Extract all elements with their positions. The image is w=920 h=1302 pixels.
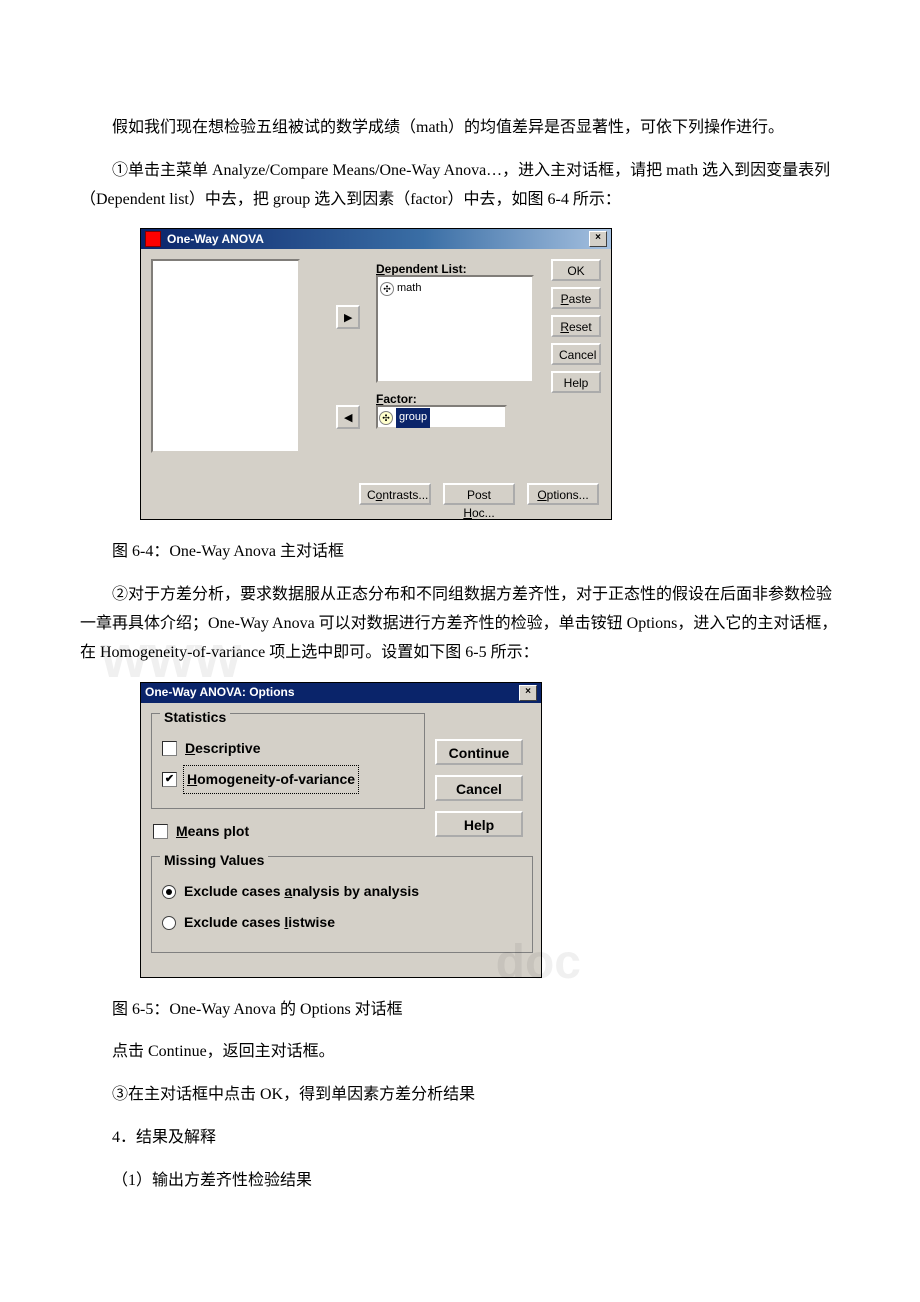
exclude-listwise-label: Exclude cases listwise <box>184 910 335 935</box>
figure-6-4-caption: 图 6-4：One-Way Anova 主对话框 <box>80 538 840 567</box>
source-variable-list[interactable] <box>151 259 300 453</box>
descriptive-checkbox-row[interactable]: Descriptive <box>162 736 414 761</box>
radio-icon <box>162 885 176 899</box>
factor-field[interactable]: ✣ group <box>376 405 507 429</box>
paragraph-3: ②对于方差分析，要求数据服从正态分布和不同组数据方差齐性，对于正态性的假设在后面… <box>80 581 840 667</box>
exclude-analysis-label: Exclude cases analysis by analysis <box>184 879 419 904</box>
dialog2-title: One-Way ANOVA: Options <box>145 682 519 704</box>
arrow-right-icon: ▶ <box>344 312 352 324</box>
cancel-button[interactable]: Cancel <box>551 343 601 365</box>
posthoc-button[interactable]: Post Hoc... <box>443 483 515 505</box>
radio-icon <box>162 916 176 930</box>
options-button[interactable]: Options... <box>527 483 599 505</box>
checkbox-icon: ✔ <box>162 772 177 787</box>
paragraph-6: 4．结果及解释 <box>80 1124 840 1153</box>
arrow-left-icon: ◀ <box>344 412 352 424</box>
help-button[interactable]: Help <box>551 371 601 393</box>
anova-options-dialog: One-Way ANOVA: Options × Continue Cancel… <box>140 682 542 978</box>
paragraph-7: （1）输出方差齐性检验结果 <box>80 1167 840 1196</box>
paragraph-2: ①单击主菜单 Analyze/Compare Means/One-Way Ano… <box>80 157 840 215</box>
paragraph-5: ③在主对话框中点击 OK，得到单因素方差分析结果 <box>80 1081 840 1110</box>
reset-button[interactable]: Reset <box>551 315 601 337</box>
exclude-listwise-radio-row[interactable]: Exclude cases listwise <box>162 910 522 935</box>
anova-dialog: One-Way ANOVA × Dependent List: ✣ math F… <box>140 228 612 520</box>
exclude-analysis-radio-row[interactable]: Exclude cases analysis by analysis <box>162 879 522 904</box>
factor-var-label: group <box>396 408 430 428</box>
checkbox-icon <box>162 741 177 756</box>
close-icon[interactable]: × <box>519 685 537 701</box>
means-plot-label: Means plot <box>176 819 249 844</box>
move-to-factor-button[interactable]: ◀ <box>336 405 360 429</box>
descriptive-label: Descriptive <box>185 736 261 761</box>
homogeneity-label: Homogeneity-of-variance <box>185 767 357 792</box>
paragraph-1: 假如我们现在想检验五组被试的数学成绩（math）的均值差异是否显著性，可依下列操… <box>80 114 840 143</box>
paste-button[interactable]: Paste <box>551 287 601 309</box>
scale-icon: ✣ <box>380 282 394 296</box>
statistics-group-label: Statistics <box>160 705 230 730</box>
contrasts-button[interactable]: Contrasts... <box>359 483 431 505</box>
dependent-list[interactable]: ✣ math <box>376 275 534 383</box>
help-button[interactable]: Help <box>435 811 523 837</box>
figure-6-5-caption: 图 6-5：One-Way Anova 的 Options 对话框 <box>80 996 840 1025</box>
missing-values-group-label: Missing Values <box>160 848 268 873</box>
anova-icon <box>145 231 161 247</box>
checkbox-icon <box>153 824 168 839</box>
factor-var-group[interactable]: ✣ group <box>379 408 504 428</box>
dependent-var-label: math <box>397 279 421 299</box>
cancel-button[interactable]: Cancel <box>435 775 523 801</box>
paragraph-4: 点击 Continue，返回主对话框。 <box>80 1038 840 1067</box>
close-icon[interactable]: × <box>589 231 607 247</box>
dialog1-title: One-Way ANOVA <box>167 229 589 251</box>
homogeneity-checkbox-row[interactable]: ✔ Homogeneity-of-variance <box>162 767 414 792</box>
continue-button[interactable]: Continue <box>435 739 523 765</box>
dependent-var-math[interactable]: ✣ math <box>380 279 530 299</box>
move-to-dependent-button[interactable]: ▶ <box>336 305 360 329</box>
scale-icon: ✣ <box>379 411 393 425</box>
ok-button[interactable]: OK <box>551 259 601 281</box>
